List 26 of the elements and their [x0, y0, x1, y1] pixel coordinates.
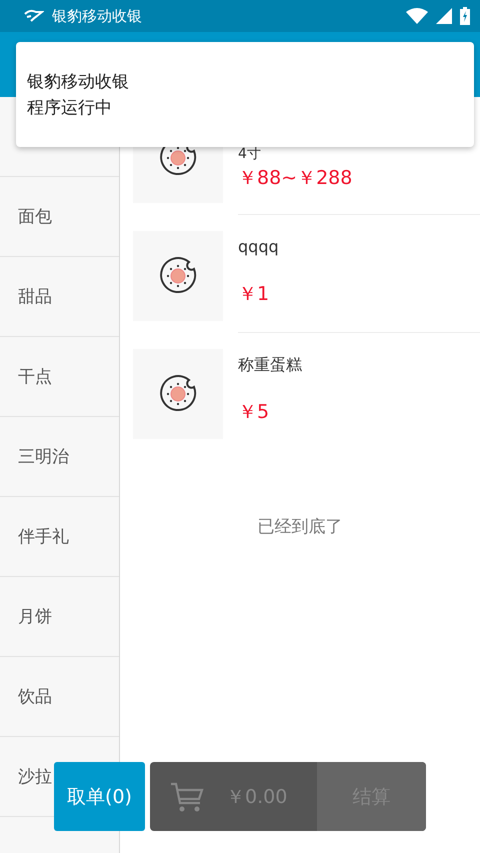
notification-title: 银豹移动收银 [27, 70, 130, 94]
donut-icon [159, 257, 197, 295]
product-price: ￥5 [238, 400, 270, 425]
notification-text: 程序运行中 [27, 96, 113, 120]
list-end-text: 已经到底了 [258, 517, 342, 537]
donut-icon [159, 375, 197, 413]
product-name: 称重蛋糕 [238, 355, 302, 374]
category-item[interactable]: 饮品 [18, 685, 52, 708]
category-item[interactable]: 沙拉 [18, 765, 52, 788]
product-spec: 4寸 [238, 145, 262, 163]
notification-card[interactable]: 银豹移动收银 程序运行中 [16, 42, 474, 147]
category-item[interactable]: 面包 [18, 205, 52, 228]
app-logo-icon [24, 9, 44, 23]
product-price: ￥1 [238, 282, 270, 307]
product-price: ￥88~￥288 [238, 166, 354, 191]
product-name: qqqq [238, 237, 279, 256]
battery-icon [460, 7, 470, 25]
signal-icon [436, 8, 452, 24]
category-item[interactable]: 伴手礼 [18, 525, 69, 548]
category-item[interactable]: 干点 [18, 365, 52, 388]
cart-icon [170, 780, 204, 812]
status-app-name: 银豹移动收银 [52, 6, 143, 26]
category-item[interactable]: 月饼 [18, 605, 52, 628]
wifi-icon [406, 8, 428, 24]
category-item[interactable]: 三明治 [18, 445, 69, 468]
category-item[interactable]: 甜品 [18, 285, 52, 308]
